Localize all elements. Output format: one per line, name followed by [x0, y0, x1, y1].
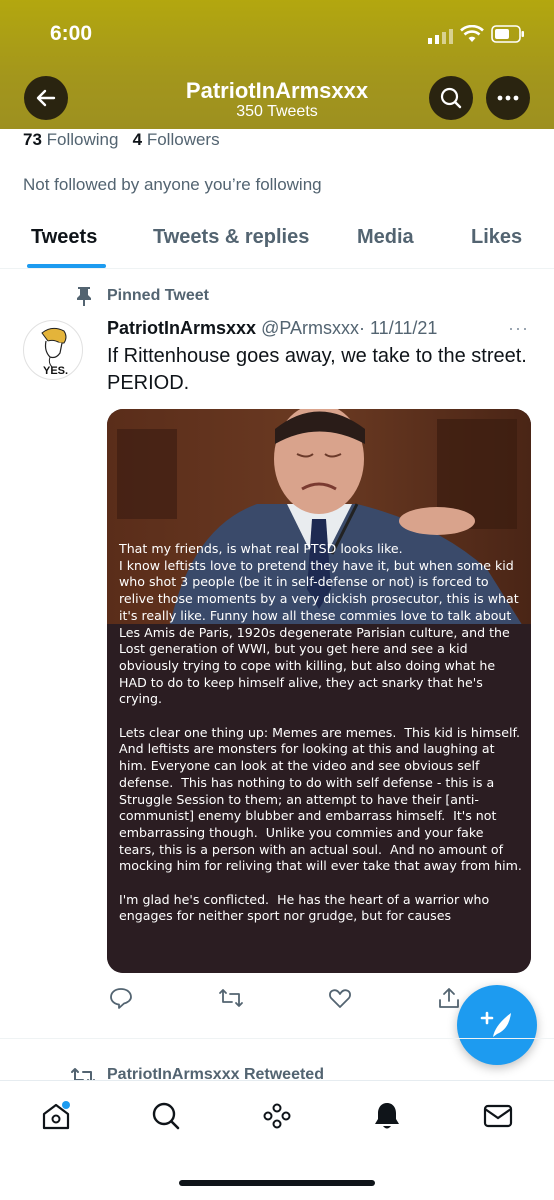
tweet-display-name[interactable]: PatriotInArmsxxx	[107, 318, 256, 338]
following-link[interactable]: 73 Following	[23, 130, 118, 149]
home-icon	[42, 1101, 70, 1130]
following-label: Following	[46, 130, 119, 149]
search-button[interactable]	[429, 76, 473, 120]
tweet-text: If Rittenhouse goes away, we take to the…	[107, 345, 527, 394]
compose-tweet-button[interactable]	[457, 985, 537, 1065]
avatar-text: YES.	[43, 365, 68, 377]
messages-icon	[483, 1104, 513, 1128]
retweet-button[interactable]	[218, 986, 243, 1010]
like-button[interactable]	[328, 986, 352, 1010]
tab-tweets[interactable]: Tweets	[31, 226, 97, 249]
more-icon	[497, 95, 519, 101]
tweet-header: PatriotInArmsxxx @PArmsxxx· 11/11/21	[107, 318, 437, 339]
share-button[interactable]	[437, 986, 461, 1010]
pinned-tweet-label: Pinned Tweet	[107, 287, 209, 304]
search-icon	[440, 87, 462, 109]
retweet-icon	[219, 989, 243, 1007]
pin-icon	[74, 285, 94, 312]
tweet-date: · 11/11/21	[359, 318, 438, 338]
share-icon	[439, 988, 459, 1008]
nav-home[interactable]	[40, 1100, 72, 1132]
following-count: 73	[23, 130, 42, 149]
nav-notifications[interactable]	[371, 1100, 403, 1132]
notifications-icon	[375, 1103, 399, 1129]
explore-icon	[152, 1102, 180, 1130]
nav-explore[interactable]	[150, 1100, 182, 1132]
followers-count: 4	[132, 130, 143, 149]
tab-likes[interactable]: Likes	[471, 226, 522, 249]
avatar[interactable]: YES.	[23, 320, 83, 380]
nav-messages[interactable]	[482, 1100, 514, 1132]
follow-stats: 73 Following 4 Followers	[23, 130, 220, 150]
home-indicator	[179, 1180, 375, 1186]
wifi-icon	[460, 24, 484, 48]
more-button[interactable]	[486, 76, 530, 120]
signal-icon	[428, 28, 454, 49]
divider	[0, 1038, 554, 1039]
like-icon	[329, 989, 351, 1008]
battery-icon	[491, 25, 525, 48]
status-time: 6:00	[50, 22, 93, 45]
not-followed-note: Not followed by anyone you’re following	[23, 175, 322, 194]
tweet-handle[interactable]: @PArmsxxx	[261, 318, 359, 338]
followers-label: Followers	[146, 130, 220, 149]
nav-spaces[interactable]	[261, 1100, 293, 1132]
tweet-more-button[interactable]: ···	[508, 318, 529, 339]
spaces-icon	[263, 1103, 291, 1129]
tab-tweets-replies[interactable]: Tweets & replies	[153, 226, 309, 249]
tab-media[interactable]: Media	[357, 226, 414, 249]
tweet-image[interactable]: That my friends, is what real PTSD looks…	[107, 409, 531, 973]
reply-icon	[110, 988, 132, 1009]
image-caption-text: That my friends, is what real PTSD looks…	[119, 541, 522, 924]
reply-button[interactable]	[109, 986, 133, 1010]
divider	[0, 268, 554, 269]
followers-link[interactable]: 4 Followers	[133, 130, 220, 149]
